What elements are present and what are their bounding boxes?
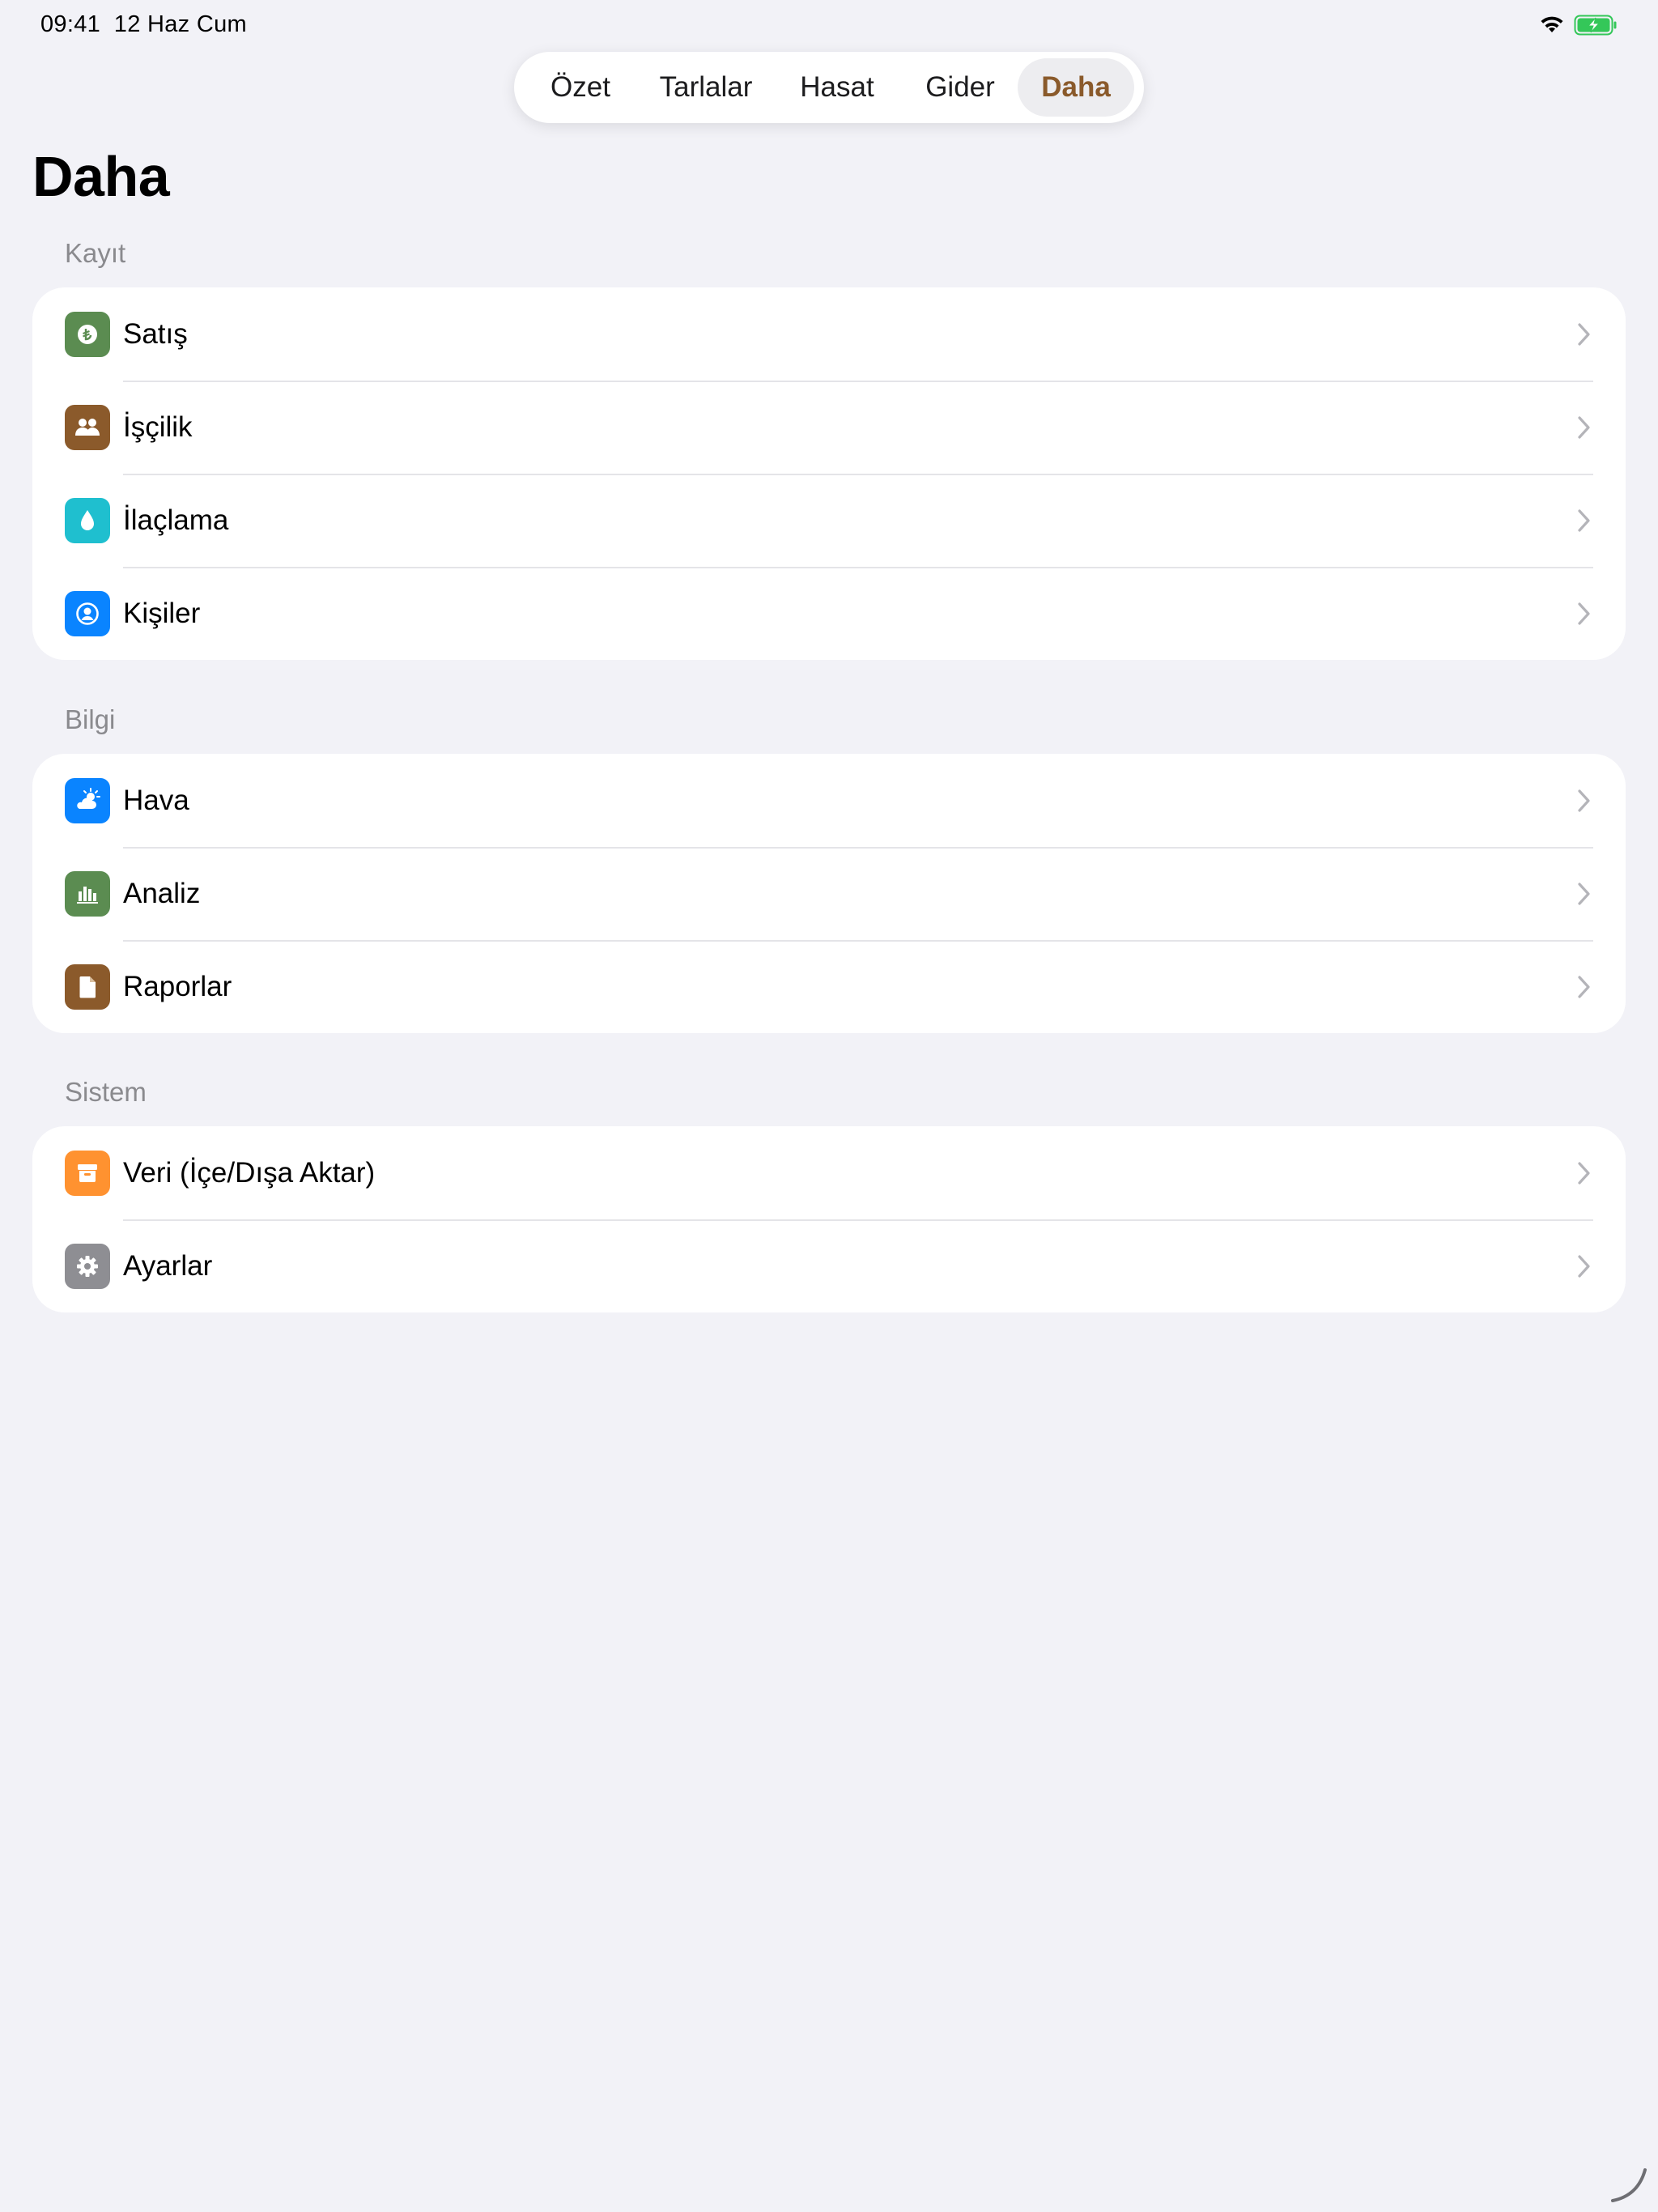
bar-chart-icon: [65, 870, 110, 917]
row-analiz[interactable]: Analiz: [32, 847, 1626, 940]
chevron-right-icon: [1578, 789, 1590, 812]
tab-hasat[interactable]: Hasat: [772, 58, 903, 117]
group-kayit: Satış İşçilik İlaçlama Kişiler: [32, 287, 1626, 660]
person-circle-icon: [65, 590, 110, 636]
status-time: 09:41 12 Haz Cum: [40, 11, 247, 38]
status-indicators: [1540, 15, 1618, 36]
status-clock: 09:41: [40, 11, 101, 37]
chevron-right-icon: [1578, 882, 1590, 905]
drop-icon: [65, 497, 110, 543]
row-label-raporlar: Raporlar: [123, 970, 232, 1002]
group-sistem: Veri (İçe/Dışa Aktar) Ayarlar: [32, 1126, 1626, 1312]
lira-circle-icon: [65, 311, 110, 357]
chevron-right-icon: [1578, 975, 1590, 998]
wifi-icon: [1541, 16, 1563, 32]
window-resize-handle[interactable]: [1609, 2165, 1648, 2204]
tab-bar: Özet Tarlalar Hasat Gider Daha: [514, 52, 1144, 123]
section-header-bilgi: Bilgi: [65, 704, 116, 734]
row-label-hava: Hava: [123, 784, 189, 816]
row-label-ayarlar: Ayarlar: [123, 1249, 213, 1282]
status-bar: 09:41 12 Haz Cum: [40, 11, 1618, 40]
row-hava[interactable]: Hava: [32, 754, 1626, 847]
row-ayarlar[interactable]: Ayarlar: [32, 1219, 1626, 1312]
battery-charging-icon: [1574, 15, 1617, 36]
row-veri[interactable]: Veri (İçe/Dışa Aktar): [32, 1126, 1626, 1219]
document-icon: [65, 963, 110, 1010]
screen: 09:41 12 Haz Cum Özet Tarlalar Hasat Gid…: [0, 0, 1658, 2212]
chevron-right-icon: [1578, 322, 1590, 346]
group-bilgi: Hava Analiz Raporlar: [32, 754, 1626, 1033]
row-label-analiz: Analiz: [123, 877, 201, 909]
chevron-right-icon: [1578, 508, 1590, 532]
tab-daha[interactable]: Daha: [1018, 58, 1134, 117]
row-label-ilaclama: İlaçlama: [123, 504, 229, 536]
gear-icon: [65, 1243, 110, 1289]
tab-tarlalar[interactable]: Tarlalar: [640, 58, 772, 117]
tab-ozet[interactable]: Özet: [521, 58, 640, 117]
row-satis[interactable]: Satış: [32, 287, 1626, 381]
row-raporlar[interactable]: Raporlar: [32, 940, 1626, 1033]
archive-box-icon: [65, 1150, 110, 1196]
row-label-veri: Veri (İçe/Dışa Aktar): [123, 1156, 376, 1189]
section-header-sistem: Sistem: [65, 1077, 147, 1107]
row-kisiler[interactable]: Kişiler: [32, 567, 1626, 660]
row-label-iscilik: İşçilik: [123, 410, 193, 443]
row-ilaclama[interactable]: İlaçlama: [32, 474, 1626, 567]
cloud-sun-icon: [65, 777, 110, 823]
status-date: 12 Haz Cum: [113, 11, 247, 37]
chevron-right-icon: [1578, 602, 1590, 625]
row-label-satis: Satış: [123, 317, 188, 350]
row-label-kisiler: Kişiler: [123, 597, 201, 629]
tab-gider[interactable]: Gider: [903, 58, 1018, 117]
chevron-right-icon: [1578, 415, 1590, 439]
section-header-kayit: Kayıt: [65, 238, 126, 268]
page-title: Daha: [32, 145, 170, 208]
chevron-right-icon: [1578, 1161, 1590, 1185]
people-icon: [65, 404, 110, 450]
row-iscilik[interactable]: İşçilik: [32, 381, 1626, 474]
chevron-right-icon: [1578, 1254, 1590, 1278]
